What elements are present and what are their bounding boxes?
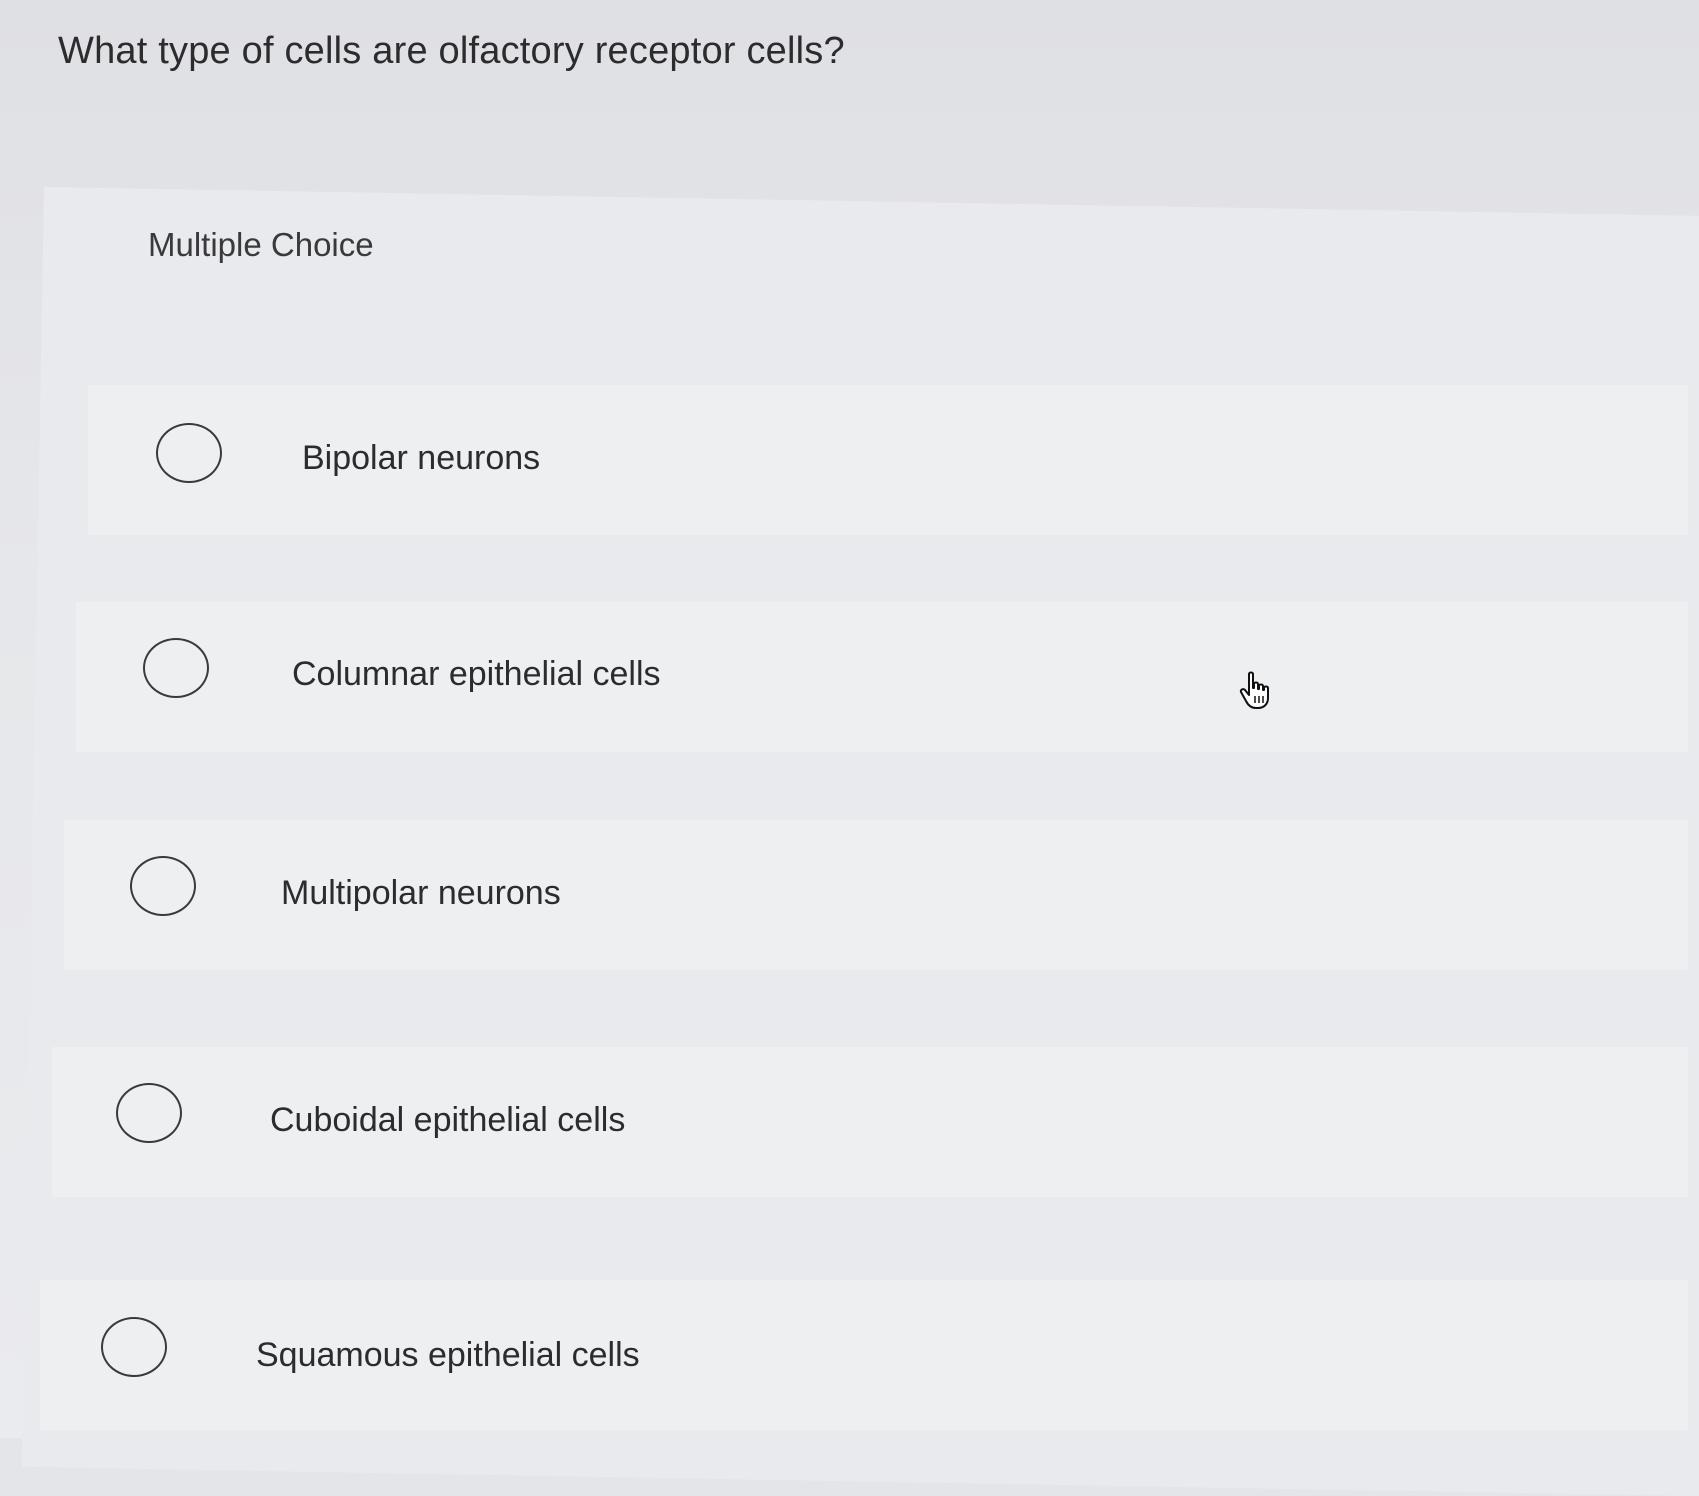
option-row[interactable]: Columnar epithelial cells [76, 602, 1688, 752]
radio-button[interactable] [116, 1083, 182, 1143]
radio-button[interactable] [156, 423, 222, 483]
radio-button[interactable] [101, 1317, 167, 1377]
option-label: Cuboidal epithelial cells [270, 1101, 626, 1139]
option-label: Bipolar neurons [302, 439, 541, 477]
option-label: Squamous epithelial cells [256, 1336, 640, 1374]
option-row[interactable]: Multipolar neurons [64, 820, 1688, 970]
question-type-label: Multiple Choice [148, 226, 374, 263]
question-text: What type of cells are olfactory recepto… [58, 30, 845, 72]
option-label: Columnar epithelial cells [292, 655, 661, 693]
hand-pointer-icon [1239, 671, 1269, 709]
option-row[interactable]: Cuboidal epithelial cells [52, 1047, 1688, 1197]
option-row[interactable]: Squamous epithelial cells [40, 1280, 1688, 1430]
radio-button[interactable] [143, 638, 209, 698]
radio-button[interactable] [130, 856, 196, 916]
question-page: What type of cells are olfactory recepto… [0, 0, 1699, 1496]
option-label: Multipolar neurons [281, 874, 561, 912]
option-row[interactable]: Bipolar neurons [88, 385, 1688, 535]
